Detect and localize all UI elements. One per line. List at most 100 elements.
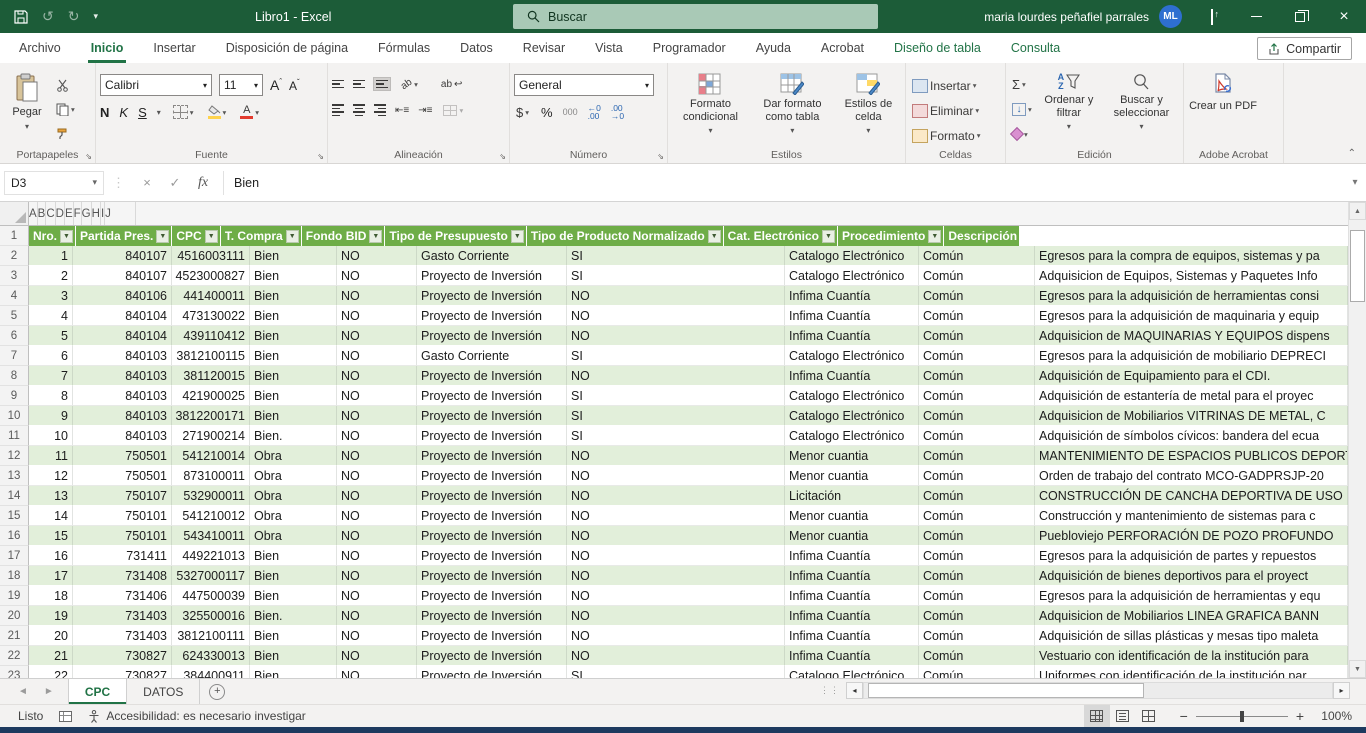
sheet-next-icon[interactable]: ► <box>44 686 54 697</box>
cell-descripcion[interactable]: Adquisición de estantería de metal para … <box>1035 386 1348 406</box>
cell-nro[interactable]: 15 <box>29 526 73 546</box>
cell-partida[interactable]: 840104 <box>73 326 172 346</box>
cell-nro[interactable]: 4 <box>29 306 73 326</box>
cell-nro[interactable]: 21 <box>29 646 73 666</box>
scroll-down-icon[interactable]: ▼ <box>1349 660 1366 678</box>
cell-partida[interactable]: 840103 <box>73 386 172 406</box>
row-header[interactable]: 14 <box>0 486 29 506</box>
row-header[interactable]: 7 <box>0 346 29 366</box>
cell-tipo-presupuesto[interactable]: Proyecto de Inversión <box>417 426 567 446</box>
cell-partida[interactable]: 840106 <box>73 286 172 306</box>
row-header[interactable]: 21 <box>0 626 29 646</box>
cell-descripcion[interactable]: Adquisicion de Mobiliarios VITRINAS DE M… <box>1035 406 1348 426</box>
zoom-level[interactable]: 100% <box>1312 709 1352 723</box>
ribbon-tab[interactable]: Diseño de tabla <box>879 33 996 63</box>
scroll-up-icon[interactable]: ▲ <box>1349 202 1366 220</box>
cell-cat-electronico[interactable]: Catalogo Electrónico <box>785 246 919 266</box>
cell-nro[interactable]: 19 <box>29 606 73 626</box>
cell-partida[interactable]: 730827 <box>73 646 172 666</box>
row-header[interactable]: 9 <box>0 386 29 406</box>
cell-t-compra[interactable]: Obra <box>250 466 337 486</box>
cell-tipo-producto[interactable]: SI <box>567 406 785 426</box>
cell-partida[interactable]: 840103 <box>73 346 172 366</box>
cell-procedimiento[interactable]: Común <box>919 506 1035 526</box>
new-sheet-button[interactable]: + <box>200 679 234 704</box>
cell-nro[interactable]: 6 <box>29 346 73 366</box>
cell-cpc[interactable]: 543410011 <box>172 526 250 546</box>
cell-fondo-bid[interactable]: NO <box>337 346 417 366</box>
cell-tipo-producto[interactable]: SI <box>567 426 785 446</box>
ribbon-tab[interactable]: Archivo <box>4 33 76 63</box>
cell-tipo-presupuesto[interactable]: Proyecto de Inversión <box>417 366 567 386</box>
cell-cat-electronico[interactable]: Catalogo Electrónico <box>785 266 919 286</box>
cell-cat-electronico[interactable]: Menor cuantia <box>785 466 919 486</box>
row-header[interactable]: 10 <box>0 406 29 426</box>
font-color-button[interactable]: A ▾ <box>238 102 261 122</box>
cell-t-compra[interactable]: Obra <box>250 526 337 546</box>
percent-format-button[interactable]: % <box>541 105 553 120</box>
row-header[interactable]: 13 <box>0 466 29 486</box>
page-layout-view-button[interactable] <box>1110 705 1136 727</box>
cell-procedimiento[interactable]: Común <box>919 546 1035 566</box>
cell-tipo-producto[interactable]: NO <box>567 326 785 346</box>
cell-t-compra[interactable]: Bien <box>250 546 337 566</box>
cell-cat-electronico[interactable]: Menor cuantia <box>785 526 919 546</box>
cell-cat-electronico[interactable]: Catalogo Electrónico <box>785 346 919 366</box>
cell-descripcion[interactable]: Adquisición de sillas plásticas y mesas … <box>1035 626 1348 646</box>
cell-descripcion[interactable]: Adquisición de símbolos cívicos: bandera… <box>1035 426 1348 446</box>
cell-fondo-bid[interactable]: NO <box>337 666 417 678</box>
cell-tipo-presupuesto[interactable]: Proyecto de Inversión <box>417 446 567 466</box>
cell-tipo-presupuesto[interactable]: Proyecto de Inversión <box>417 506 567 526</box>
cell-descripcion[interactable]: MANTENIMIENTO DE ESPACIOS PUBLICOS DEPOR… <box>1035 446 1348 466</box>
cell-procedimiento[interactable]: Común <box>919 306 1035 326</box>
cell-nro[interactable]: 10 <box>29 426 73 446</box>
cell-descripcion[interactable]: Puebloviejo PERFORACIÓN DE POZO PROFUNDO <box>1035 526 1348 546</box>
macro-record-icon[interactable] <box>59 711 72 722</box>
column-letter[interactable]: G <box>82 202 92 225</box>
accessibility-status[interactable]: Accesibilidad: es necesario investigar <box>88 709 305 723</box>
cell-cat-electronico[interactable]: Infima Cuantía <box>785 326 919 346</box>
cell-fondo-bid[interactable]: NO <box>337 366 417 386</box>
cell-t-compra[interactable]: Bien <box>250 366 337 386</box>
cell-tipo-presupuesto[interactable]: Gasto Corriente <box>417 246 567 266</box>
row-header[interactable]: 12 <box>0 446 29 466</box>
cell-fondo-bid[interactable]: NO <box>337 426 417 446</box>
format-cells-button[interactable]: Formato▾ <box>910 126 982 145</box>
insert-function-icon[interactable]: fx <box>189 175 217 191</box>
ribbon-display-options-icon[interactable] <box>1196 10 1228 24</box>
cell-cpc[interactable]: 873100011 <box>172 466 250 486</box>
cell-fondo-bid[interactable]: NO <box>337 586 417 606</box>
cell-descripcion[interactable]: Egresos para la adquisición de mobiliari… <box>1035 346 1348 366</box>
scroll-right-icon[interactable]: ▸ <box>1333 682 1350 699</box>
cell-partida[interactable]: 731411 <box>73 546 172 566</box>
currency-format-button[interactable]: $▾ <box>514 102 531 122</box>
zoom-slider-thumb[interactable] <box>1240 711 1244 722</box>
cell-tipo-producto[interactable]: SI <box>567 246 785 266</box>
cell-nro[interactable]: 5 <box>29 326 73 346</box>
column-letter[interactable]: F <box>74 202 82 225</box>
italic-button[interactable]: K <box>119 105 128 120</box>
sheet-prev-icon[interactable]: ◄ <box>18 686 28 697</box>
font-name-select[interactable]: Calibri▾ <box>100 74 212 96</box>
cell-descripcion[interactable]: Egresos para la adquisición de herramien… <box>1035 586 1348 606</box>
cell-cpc[interactable]: 473130022 <box>172 306 250 326</box>
cell-partida[interactable]: 731406 <box>73 586 172 606</box>
row-header[interactable]: 23 <box>0 666 29 678</box>
cell-fondo-bid[interactable]: NO <box>337 626 417 646</box>
cell-descripcion[interactable]: Uniformes con identificación de la insti… <box>1035 666 1348 678</box>
cell-fondo-bid[interactable]: NO <box>337 486 417 506</box>
cell-partida[interactable]: 840107 <box>73 266 172 286</box>
cell-cat-electronico[interactable]: Infima Cuantía <box>785 306 919 326</box>
zoom-out-icon[interactable]: − <box>1180 708 1188 724</box>
cell-partida[interactable]: 750107 <box>73 486 172 506</box>
cell-tipo-presupuesto[interactable]: Proyecto de Inversión <box>417 606 567 626</box>
cell-fondo-bid[interactable]: NO <box>337 286 417 306</box>
cell-tipo-producto[interactable]: NO <box>567 466 785 486</box>
cell-tipo-producto[interactable]: NO <box>567 306 785 326</box>
cell-partida[interactable]: 730827 <box>73 666 172 678</box>
cell-t-compra[interactable]: Bien <box>250 286 337 306</box>
cell-cat-electronico[interactable]: Infima Cuantía <box>785 286 919 306</box>
expand-formula-bar-icon[interactable]: ▾ <box>1344 177 1366 188</box>
cell-procedimiento[interactable]: Común <box>919 466 1035 486</box>
cell-procedimiento[interactable]: Común <box>919 426 1035 446</box>
